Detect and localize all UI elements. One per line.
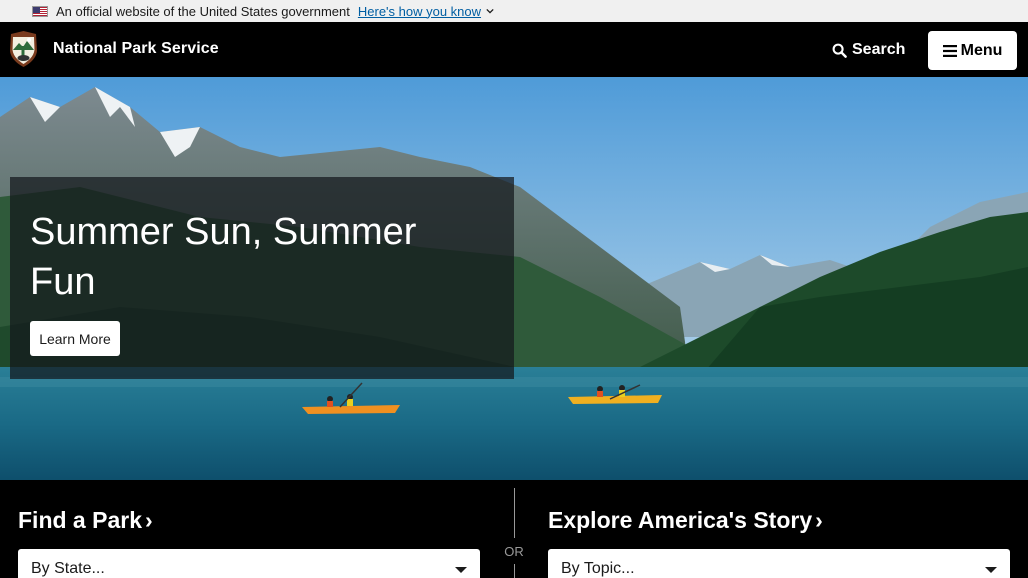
explore-story-title: Explore America's Story (548, 507, 813, 533)
hero-title: Summer Sun, Summer Fun (30, 211, 417, 303)
site-header: National Park Service Search Menu (0, 22, 1028, 77)
topic-select-value: By Topic... (561, 560, 635, 577)
caret-down-icon (985, 567, 997, 573)
learn-more-button[interactable]: Learn More (30, 321, 120, 356)
find-a-park-section: Find a Park › By State... OR Explore Ame… (0, 480, 1028, 578)
site-name[interactable]: National Park Service (53, 40, 219, 58)
or-separator: OR (504, 544, 524, 559)
how-you-know-link[interactable]: Here's how you know (358, 4, 494, 19)
find-a-park-title: Find a Park (18, 507, 142, 533)
explore-story-link[interactable]: Explore America's Story › (548, 507, 823, 534)
nps-arrowhead-logo-icon[interactable] (9, 31, 38, 67)
chevron-down-icon (486, 8, 494, 14)
divider-line (514, 488, 515, 538)
search-icon (832, 43, 847, 58)
how-you-know-label: Here's how you know (357, 3, 482, 19)
state-select[interactable]: By State... (18, 549, 480, 578)
gov-banner: An official website of the United States… (0, 0, 1028, 22)
search-label: Search (852, 41, 906, 58)
chevron-right-icon: › (144, 507, 153, 533)
hero-feature-card: Summer Sun, Summer Fun Learn More (10, 177, 514, 379)
hamburger-menu-icon (942, 44, 957, 57)
caret-down-icon (455, 567, 467, 573)
divider-line (514, 564, 515, 578)
gov-banner-text: An official website of the United States… (56, 3, 350, 19)
find-a-park-link[interactable]: Find a Park › (18, 507, 153, 534)
menu-label: Menu (960, 41, 1003, 59)
hero-banner: Summer Sun, Summer Fun Learn More (0, 77, 1028, 480)
menu-button[interactable]: Menu (928, 31, 1017, 70)
state-select-value: By State... (31, 560, 105, 577)
chevron-right-icon: › (815, 507, 823, 533)
search-button[interactable]: Search (832, 38, 905, 62)
topic-select[interactable]: By Topic... (548, 549, 1010, 578)
us-flag-icon (32, 5, 48, 17)
